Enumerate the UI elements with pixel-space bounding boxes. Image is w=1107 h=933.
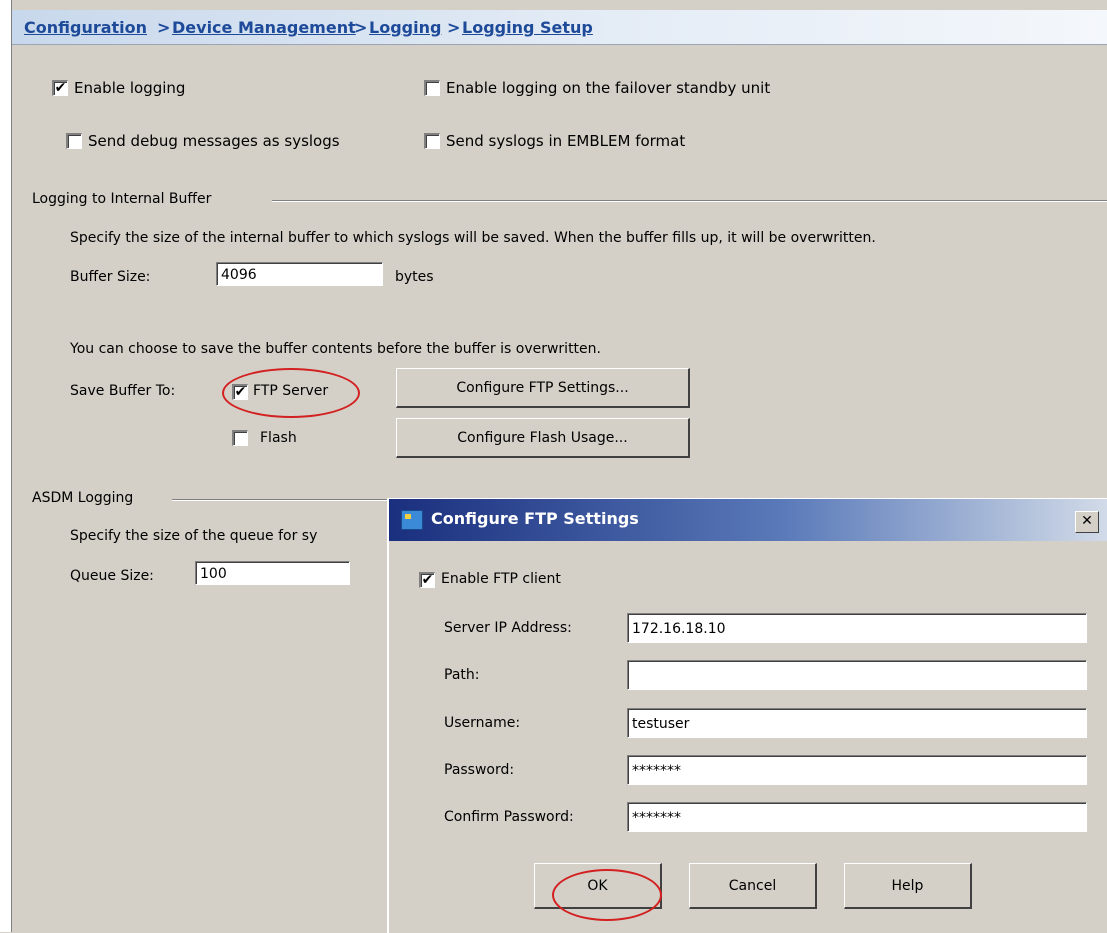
configure-ftp-settings-dialog: Configure FTP Settings ✕ ✔ Enable FTP cl… <box>387 498 1107 933</box>
confirm-password-label: Confirm Password: <box>444 809 574 825</box>
password-input[interactable]: ******* <box>627 755 1087 785</box>
path-input[interactable] <box>627 660 1087 690</box>
ftp-server-checkbox[interactable]: ✔ <box>232 384 248 400</box>
dialog-title: Configure FTP Settings <box>431 509 639 528</box>
internal-buffer-description: Specify the size of the internal buffer … <box>70 230 876 246</box>
breadcrumb-device-management[interactable]: Device Management <box>172 18 356 37</box>
cancel-button[interactable]: Cancel <box>689 863 817 909</box>
breadcrumb-separator: > <box>354 18 368 37</box>
internal-buffer-group-title: Logging to Internal Buffer <box>32 191 212 207</box>
enable-logging-checkbox[interactable]: ✔ <box>52 80 68 96</box>
buffer-size-label: Buffer Size: <box>70 269 151 285</box>
asdm-logging-group-title: ASDM Logging <box>32 490 134 506</box>
enable-logging-failover-checkbox[interactable] <box>424 80 440 96</box>
group-divider <box>272 200 1107 202</box>
enable-logging-failover-label: Enable logging on the failover standby u… <box>446 79 771 97</box>
flash-label: Flash <box>260 430 297 446</box>
breadcrumb-separator: > <box>157 18 171 37</box>
group-divider <box>172 499 387 501</box>
enable-logging-label: Enable logging <box>74 79 186 97</box>
enable-ftp-client-checkbox[interactable]: ✔ <box>419 572 435 588</box>
server-ip-input[interactable]: 172.16.18.10 <box>627 613 1087 643</box>
send-debug-label: Send debug messages as syslogs <box>88 132 340 150</box>
breadcrumb-logging-setup[interactable]: Logging Setup <box>462 18 593 37</box>
configure-flash-usage-button[interactable]: Configure Flash Usage... <box>396 418 690 458</box>
password-label: Password: <box>444 762 515 778</box>
server-ip-label: Server IP Address: <box>444 620 572 636</box>
breadcrumb-configuration[interactable]: Configuration <box>24 18 147 37</box>
ftp-server-label: FTP Server <box>253 383 329 399</box>
close-icon[interactable]: ✕ <box>1075 511 1099 533</box>
breadcrumb-separator: > <box>447 18 461 37</box>
breadcrumb: Configuration > Device Management > Logg… <box>12 10 1107 45</box>
dialog-titlebar[interactable]: Configure FTP Settings ✕ <box>389 499 1107 541</box>
queue-size-label: Queue Size: <box>70 568 154 584</box>
send-emblem-label: Send syslogs in EMBLEM format <box>446 132 686 150</box>
asdm-logging-description: Specify the size of the queue for sy <box>70 528 318 544</box>
username-label: Username: <box>444 715 521 731</box>
enable-ftp-client-label: Enable FTP client <box>441 571 561 587</box>
confirm-password-input[interactable]: ******* <box>627 802 1087 832</box>
ok-button[interactable]: OK <box>534 863 662 909</box>
ftp-settings-icon <box>401 510 423 530</box>
flash-checkbox[interactable] <box>232 430 248 446</box>
buffer-size-input[interactable]: 4096 <box>216 262 383 286</box>
buffer-size-unit: bytes <box>395 269 434 285</box>
left-panel-edge <box>0 0 12 932</box>
queue-size-input[interactable]: 100 <box>195 561 350 585</box>
save-buffer-description: You can choose to save the buffer conten… <box>70 341 601 357</box>
send-debug-checkbox[interactable] <box>66 133 82 149</box>
username-input[interactable]: testuser <box>627 708 1087 738</box>
send-emblem-checkbox[interactable] <box>424 133 440 149</box>
breadcrumb-logging[interactable]: Logging <box>369 18 441 37</box>
save-buffer-to-label: Save Buffer To: <box>70 383 176 399</box>
help-button[interactable]: Help <box>844 863 972 909</box>
configure-ftp-settings-button[interactable]: Configure FTP Settings... <box>396 368 690 408</box>
path-label: Path: <box>444 667 480 683</box>
